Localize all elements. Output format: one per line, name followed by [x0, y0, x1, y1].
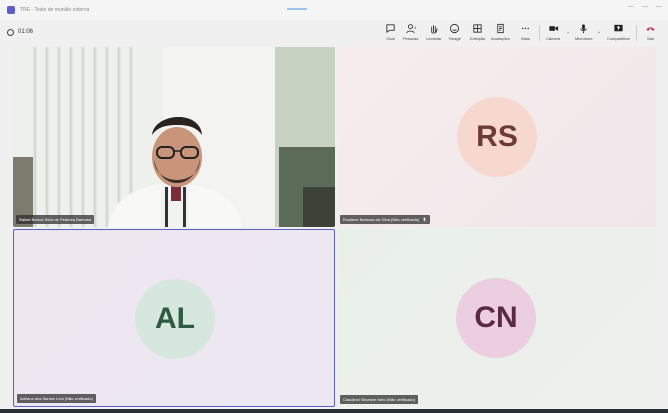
teams-app-icon	[7, 6, 15, 14]
more-button[interactable]: Mais	[520, 23, 531, 41]
meeting-timer-icon	[7, 29, 14, 36]
participant-name-tag: Rosilene Barbosa da Silva (Não verificad…	[340, 215, 431, 224]
people-count-badge: 4	[414, 25, 417, 30]
chat-icon	[386, 24, 395, 34]
microphone-options-chevron-icon[interactable]: ⌄	[597, 29, 601, 35]
hand-icon	[431, 25, 438, 34]
microphone-muted-icon	[422, 217, 427, 222]
maximize-icon[interactable]	[642, 6, 648, 12]
view-button[interactable]: Exibição	[470, 23, 485, 41]
microphone-icon	[580, 24, 587, 34]
microphone-button[interactable]: Microfone	[575, 23, 593, 41]
grid-view-icon	[473, 24, 482, 33]
leave-button[interactable]: Sair	[645, 23, 656, 41]
participant-tile-rs[interactable]: RS Rosilene Barbosa da Silva (Não verifi…	[337, 47, 656, 227]
participant-name-tag: Rafael Barros Silva de Pedreira Barbosa	[16, 215, 95, 224]
notes-icon	[497, 23, 504, 34]
window-title: TRE - Teste de reunião externa	[20, 7, 90, 13]
share-button[interactable]: Compartilhar	[607, 23, 630, 41]
os-taskbar	[0, 409, 668, 413]
participant-video-feed	[13, 47, 335, 227]
participant-name-tag: Adriano dos Santos Leal (Não verificado)	[17, 394, 96, 403]
more-icon	[522, 27, 529, 30]
toolbar-separator	[539, 25, 540, 41]
meeting-timer: 01:06	[18, 29, 34, 35]
camera-button[interactable]: Câmera	[546, 23, 560, 41]
participant-tile-cn[interactable]: CN Claudinei Silvestre Neto (Não verific…	[337, 229, 656, 407]
avatar: CN	[456, 278, 536, 358]
camera-icon	[548, 26, 558, 31]
video-grid: Rafael Barros Silva de Pedreira Barbosa …	[13, 47, 656, 407]
react-button[interactable]: Reagir	[449, 23, 461, 41]
chat-button[interactable]: Chat	[385, 23, 396, 41]
hang-up-icon	[646, 27, 655, 31]
meeting-toolbar: 01:06 Chat Pessoas 4 Levantar Reagir Exi…	[0, 20, 668, 46]
avatar: RS	[457, 97, 537, 177]
window-titlebar: TRE - Teste de reunião externa	[0, 0, 668, 20]
close-icon[interactable]	[656, 6, 662, 12]
camera-options-chevron-icon[interactable]: ⌄	[566, 29, 570, 35]
share-screen-icon	[614, 24, 623, 32]
participant-tile-al[interactable]: AL Adriano dos Santos Leal (Não verifica…	[13, 229, 335, 407]
participant-name-tag: Claudinei Silvestre Neto (Não verificado…	[340, 395, 419, 404]
smile-icon	[450, 23, 460, 34]
title-accent-bar	[287, 8, 307, 10]
notes-button[interactable]: Anotações	[491, 23, 510, 41]
window-controls	[628, 6, 662, 12]
minimize-icon[interactable]	[628, 6, 634, 12]
participant-tile-video[interactable]: Rafael Barros Silva de Pedreira Barbosa	[13, 47, 335, 227]
toolbar-separator	[636, 25, 637, 41]
raise-hand-button[interactable]: Levantar	[426, 23, 442, 41]
avatar: AL	[135, 279, 215, 359]
